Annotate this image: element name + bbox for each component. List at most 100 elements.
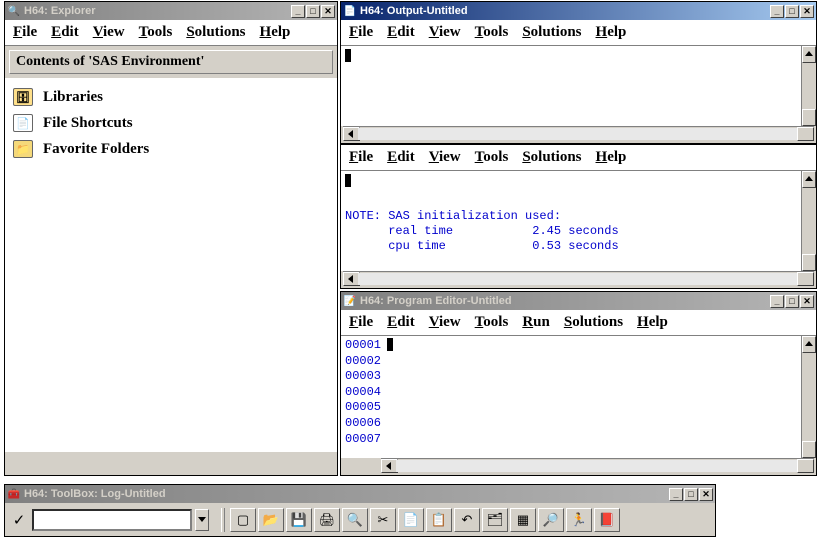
menu-help[interactable]: Help bbox=[260, 24, 291, 41]
menu-solutions[interactable]: Solutions bbox=[522, 149, 581, 166]
explorer-item-label: Libraries bbox=[43, 89, 103, 106]
undo-icon[interactable]: ↶ bbox=[454, 508, 480, 532]
editor-titlebar[interactable]: 📝 H64: Program Editor-Untitled _ □ ✕ bbox=[341, 292, 816, 310]
output-titlebar[interactable]: 📄 H64: Output-Untitled _ □ ✕ bbox=[341, 2, 816, 20]
explorer-window: 🔍 H64: Explorer _ □ ✕ File Edit View Tools S… bbox=[4, 1, 338, 476]
minimize-button[interactable]: _ bbox=[291, 5, 305, 18]
log-menubar: File Edit View Tools Solutions Help bbox=[341, 145, 816, 171]
explorer-statusbar bbox=[5, 451, 337, 475]
line-number: 00002 bbox=[345, 354, 387, 370]
help-icon[interactable]: 📕 bbox=[594, 508, 620, 532]
output-content[interactable] bbox=[341, 46, 816, 126]
line-number: 00006 bbox=[345, 416, 387, 432]
menu-help[interactable]: Help bbox=[596, 149, 627, 166]
horizontal-scrollbar[interactable] bbox=[381, 458, 814, 473]
close-button[interactable]: ✕ bbox=[699, 488, 713, 501]
new-icon[interactable]: ▢ bbox=[230, 508, 256, 532]
editor-line[interactable]: 00001 bbox=[345, 338, 812, 354]
explorer-item-label: File Shortcuts bbox=[43, 115, 133, 132]
menu-tools[interactable]: Tools bbox=[475, 149, 509, 166]
check-icon[interactable]: ✓ bbox=[9, 508, 29, 532]
toolbox-titlebar[interactable]: 🧰 H64: ToolBox: Log-Untitled _ □ ✕ bbox=[5, 485, 715, 503]
menu-view[interactable]: View bbox=[429, 24, 461, 41]
menu-view[interactable]: View bbox=[429, 314, 461, 331]
menu-solutions[interactable]: Solutions bbox=[186, 24, 245, 41]
editor-title: H64: Program Editor-Untitled bbox=[360, 295, 770, 307]
vertical-scrollbar[interactable] bbox=[801, 171, 816, 271]
menu-view[interactable]: View bbox=[429, 149, 461, 166]
command-dropdown[interactable] bbox=[195, 509, 209, 531]
vertical-scrollbar[interactable] bbox=[801, 336, 816, 458]
explorer-titlebar[interactable]: 🔍 H64: Explorer _ □ ✕ bbox=[5, 2, 337, 20]
editor-line[interactable]: 00003 bbox=[345, 369, 812, 385]
menu-help[interactable]: Help bbox=[637, 314, 668, 331]
close-button[interactable]: ✕ bbox=[321, 5, 335, 18]
editor-menubar: File Edit View Tools Run Solutions Help bbox=[341, 310, 816, 336]
horizontal-scrollbar[interactable] bbox=[343, 126, 814, 141]
minimize-button[interactable]: _ bbox=[669, 488, 683, 501]
menu-edit[interactable]: Edit bbox=[387, 314, 415, 331]
minimize-button[interactable]: _ bbox=[770, 295, 784, 308]
menu-view[interactable]: View bbox=[93, 24, 125, 41]
menu-tools[interactable]: Tools bbox=[475, 24, 509, 41]
menu-help[interactable]: Help bbox=[596, 24, 627, 41]
open-icon[interactable]: 📂 bbox=[258, 508, 284, 532]
run-icon[interactable]: 🏃 bbox=[566, 508, 592, 532]
explorer-item-file-shortcuts[interactable]: 📄File Shortcuts bbox=[11, 110, 331, 136]
editor-line[interactable]: 00006 bbox=[345, 416, 812, 432]
horizontal-scrollbar[interactable] bbox=[343, 271, 814, 286]
editor-line[interactable]: 00007 bbox=[345, 432, 812, 448]
log-window: File Edit View Tools Solutions Help NOTE: SAS… bbox=[340, 144, 817, 289]
grip-icon bbox=[221, 508, 225, 532]
paste-icon[interactable]: 📋 bbox=[426, 508, 452, 532]
close-button[interactable]: ✕ bbox=[800, 5, 814, 18]
explorer-menubar: File Edit View Tools Solutions Help bbox=[5, 20, 337, 46]
explorer-title: H64: Explorer bbox=[24, 5, 291, 17]
find-icon[interactable]: 🔎 bbox=[538, 508, 564, 532]
menu-edit[interactable]: Edit bbox=[387, 149, 415, 166]
maximize-button[interactable]: □ bbox=[785, 295, 799, 308]
log-content[interactable]: NOTE: SAS initialization used: real time… bbox=[341, 171, 816, 271]
editor-line[interactable]: 00002 bbox=[345, 354, 812, 370]
options-icon[interactable]: ▦ bbox=[510, 508, 536, 532]
maximize-button[interactable]: □ bbox=[684, 488, 698, 501]
command-input[interactable] bbox=[32, 509, 192, 531]
cut-icon[interactable]: ✂ bbox=[370, 508, 396, 532]
minimize-button[interactable]: _ bbox=[770, 5, 784, 18]
menu-solutions[interactable]: Solutions bbox=[522, 24, 581, 41]
copy-icon[interactable]: 📄 bbox=[398, 508, 424, 532]
editor-line[interactable]: 00005 bbox=[345, 400, 812, 416]
menu-solutions[interactable]: Solutions bbox=[564, 314, 623, 331]
preview-icon[interactable]: 🔍 bbox=[342, 508, 368, 532]
explorer-app-icon: 🔍 bbox=[7, 4, 21, 18]
save-icon[interactable]: 💾 bbox=[286, 508, 312, 532]
menu-file[interactable]: File bbox=[349, 24, 373, 41]
output-window: 📄 H64: Output-Untitled _ □ ✕ File Edit Vie… bbox=[340, 1, 817, 144]
print-icon[interactable]: 🖨 bbox=[314, 508, 340, 532]
menu-file[interactable]: File bbox=[13, 24, 37, 41]
output-title: H64: Output-Untitled bbox=[360, 5, 770, 17]
toolbox-window: 🧰 H64: ToolBox: Log-Untitled _ □ ✕ ✓ ▢📂💾… bbox=[4, 484, 716, 537]
explorer-tree: 🗄 Libraries 📄File Shortcuts📁Favorite Folde… bbox=[5, 78, 337, 451]
close-button[interactable]: ✕ bbox=[800, 295, 814, 308]
editor-content[interactable]: 00001000020000300004000050000600007 bbox=[341, 336, 816, 458]
menu-tools[interactable]: Tools bbox=[139, 24, 173, 41]
toolbox-app-icon: 🧰 bbox=[7, 487, 21, 501]
explorer-item-label: Favorite Folders bbox=[43, 141, 149, 158]
menu-tools[interactable]: Tools bbox=[475, 314, 509, 331]
menu-edit[interactable]: Edit bbox=[51, 24, 79, 41]
maximize-button[interactable]: □ bbox=[785, 5, 799, 18]
vertical-scrollbar[interactable] bbox=[801, 46, 816, 126]
line-number: 00004 bbox=[345, 385, 387, 401]
drawer-icon: 🗄 bbox=[13, 88, 33, 106]
maximize-button[interactable]: □ bbox=[306, 5, 320, 18]
explorer-item-favorite-folders[interactable]: 📁Favorite Folders bbox=[11, 136, 331, 162]
menu-run[interactable]: Run bbox=[522, 314, 550, 331]
explorer-icon[interactable]: 🗂 bbox=[482, 508, 508, 532]
log-text: NOTE: SAS initialization used: real time… bbox=[345, 209, 812, 254]
menu-file[interactable]: File bbox=[349, 314, 373, 331]
menu-file[interactable]: File bbox=[349, 149, 373, 166]
editor-line[interactable]: 00004 bbox=[345, 385, 812, 401]
explorer-item-libraries[interactable]: 🗄 Libraries bbox=[11, 84, 331, 110]
menu-edit[interactable]: Edit bbox=[387, 24, 415, 41]
